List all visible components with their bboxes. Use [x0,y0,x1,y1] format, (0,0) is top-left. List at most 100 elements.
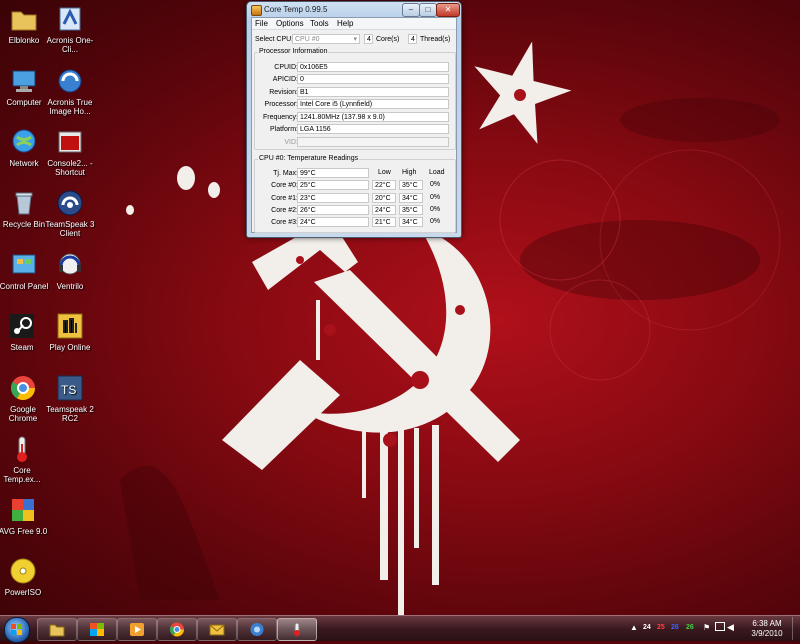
load-header: Load [429,169,445,176]
revision-value: B1 [297,87,449,97]
core0-label: Core #0: [271,182,298,189]
desktop-icon-teamspeak3[interactable]: TeamSpeak 3 Client [42,188,98,238]
core2-load: 0% [430,206,441,213]
taskbar-acronis[interactable] [237,618,277,641]
menu-help[interactable]: Help [337,19,353,28]
frequency-label: Frequency: [262,114,298,121]
processor-label: Processor: [264,101,298,108]
avg-icon [12,499,34,521]
menu-file[interactable]: File [255,19,268,28]
core0-high: 35°C [399,180,423,190]
thermometer-icon [17,436,27,462]
taskbar-messenger[interactable] [197,618,237,641]
apicid-value: 0 [297,74,449,84]
menu-tools[interactable]: Tools [310,19,329,28]
taskbar-explorer[interactable] [37,618,77,641]
platform-label: Platform: [269,126,298,133]
taskbar-chrome[interactable] [157,618,197,641]
folder-icon [11,11,37,31]
select-cpu-dropdown[interactable]: CPU #0 ▾ [292,34,360,44]
core2-high: 35°C [399,205,423,215]
chrome-icon [169,622,184,637]
minimize-button[interactable]: – [402,3,420,17]
steam-icon [10,314,34,338]
acronis-icon [250,623,264,636]
cpuid-value: 0x106E5 [297,62,449,72]
desktop-icon-teamspeak2[interactable]: TS Teamspeak 2 RC2 [42,373,98,423]
core3-temp: 24°C [297,217,369,227]
envelope-icon [209,624,225,636]
core1-label: Core #1: [271,195,298,202]
tray-temp-core1[interactable]: 25 [657,624,665,631]
system-clock[interactable]: 6:38 AM 3/9/2010 [738,619,796,639]
shopping-bag-icon [90,623,104,636]
window-title: Core Temp 0.99.5 [264,5,328,14]
tj-max-value: 99°C [297,168,369,178]
volume-icon[interactable]: ◀ [727,622,734,633]
core1-load: 0% [430,194,441,201]
acronis-icon [58,69,82,93]
frequency-value: 1241.80MHz (137.98 x 9.0) [297,112,449,122]
tray-temp-core0[interactable]: 24 [643,624,651,631]
core-temp-window[interactable]: Core Temp 0.99.5 – □ ✕ File Options Tool… [246,1,462,238]
vid-label: VID: [284,139,298,146]
menu-bar: File Options Tools Help [252,18,456,30]
start-button[interactable] [4,617,30,643]
window-client-area: File Options Tools Help Select CPU: CPU … [251,17,457,233]
threads-count: 4 [408,34,417,44]
cores-label: Core(s) [376,36,400,43]
core1-low: 20°C [372,193,396,203]
select-cpu-label: Select CPU: [255,36,294,43]
desktop-icon-poweriso[interactable]: PowerISO [0,556,51,597]
flag-icon[interactable]: ⚑ [703,623,710,632]
control-panel-icon [12,254,36,274]
processor-info-title: Processor Information [258,48,329,55]
windows-logo-icon [11,624,22,635]
core1-high: 34°C [399,193,423,203]
processor-value: Intel Core i5 (Lynnfield) [297,99,449,109]
core-temp-app-icon [251,5,262,16]
disc-icon [10,558,36,584]
temperature-title: CPU #0: Temperature Readings [258,155,360,162]
taskbar-store[interactable] [77,618,117,641]
high-header: High [402,169,417,176]
core0-load: 0% [430,181,441,188]
core3-label: Core #3: [271,219,298,226]
apicid-label: APICID: [272,76,298,83]
globe-icon [12,129,36,153]
vid-value [297,137,449,147]
close-button[interactable]: ✕ [436,3,460,17]
taskbar-core-temp[interactable] [277,618,317,641]
core2-temp: 26°C [297,205,369,215]
desktop-icon-ventrilo[interactable]: Ventrilo [42,250,98,291]
desktop-icon-play-online[interactable]: Play Online [42,311,98,352]
tj-max-label: Tj. Max: [273,170,298,177]
taskbar-media-player[interactable] [117,618,157,641]
desktop-icon-console2[interactable]: Console2... - Shortcut [42,127,98,177]
headset-icon [59,253,81,275]
desktop-icon-acronis-one-click[interactable]: Acronis One-Cli... [42,4,98,54]
low-header: Low [378,169,391,176]
tray-temp-core3[interactable]: 26 [686,624,694,631]
window-titlebar[interactable]: Core Temp 0.99.5 – □ ✕ [247,2,461,17]
cpuid-label: CPUID: [274,64,298,71]
tray-temp-core2[interactable]: 26 [671,624,679,631]
show-hidden-icons-icon[interactable]: ▲ [630,623,638,632]
clock-date: 3/9/2010 [751,629,783,638]
desktop-icon-avg[interactable]: AVG Free 9.0 [0,495,51,536]
desktop-icon-core-temp[interactable]: Core Temp.ex... [0,434,50,484]
teamspeak-icon [57,190,83,216]
desktop-icon-acronis-true-image[interactable]: Acronis True Image Ho... [42,66,98,116]
menu-options[interactable]: Options [276,19,304,28]
play-online-icon [57,313,83,339]
core3-load: 0% [430,218,441,225]
console-icon [58,131,82,153]
core2-label: Core #2: [271,207,298,214]
show-desktop-button[interactable] [792,617,800,640]
chrome-icon [10,376,36,401]
core3-low: 21°C [372,217,396,227]
network-icon[interactable] [715,622,725,631]
folder-icon [49,624,65,637]
select-cpu-value: CPU #0 [295,36,320,43]
maximize-button[interactable]: □ [419,3,437,17]
